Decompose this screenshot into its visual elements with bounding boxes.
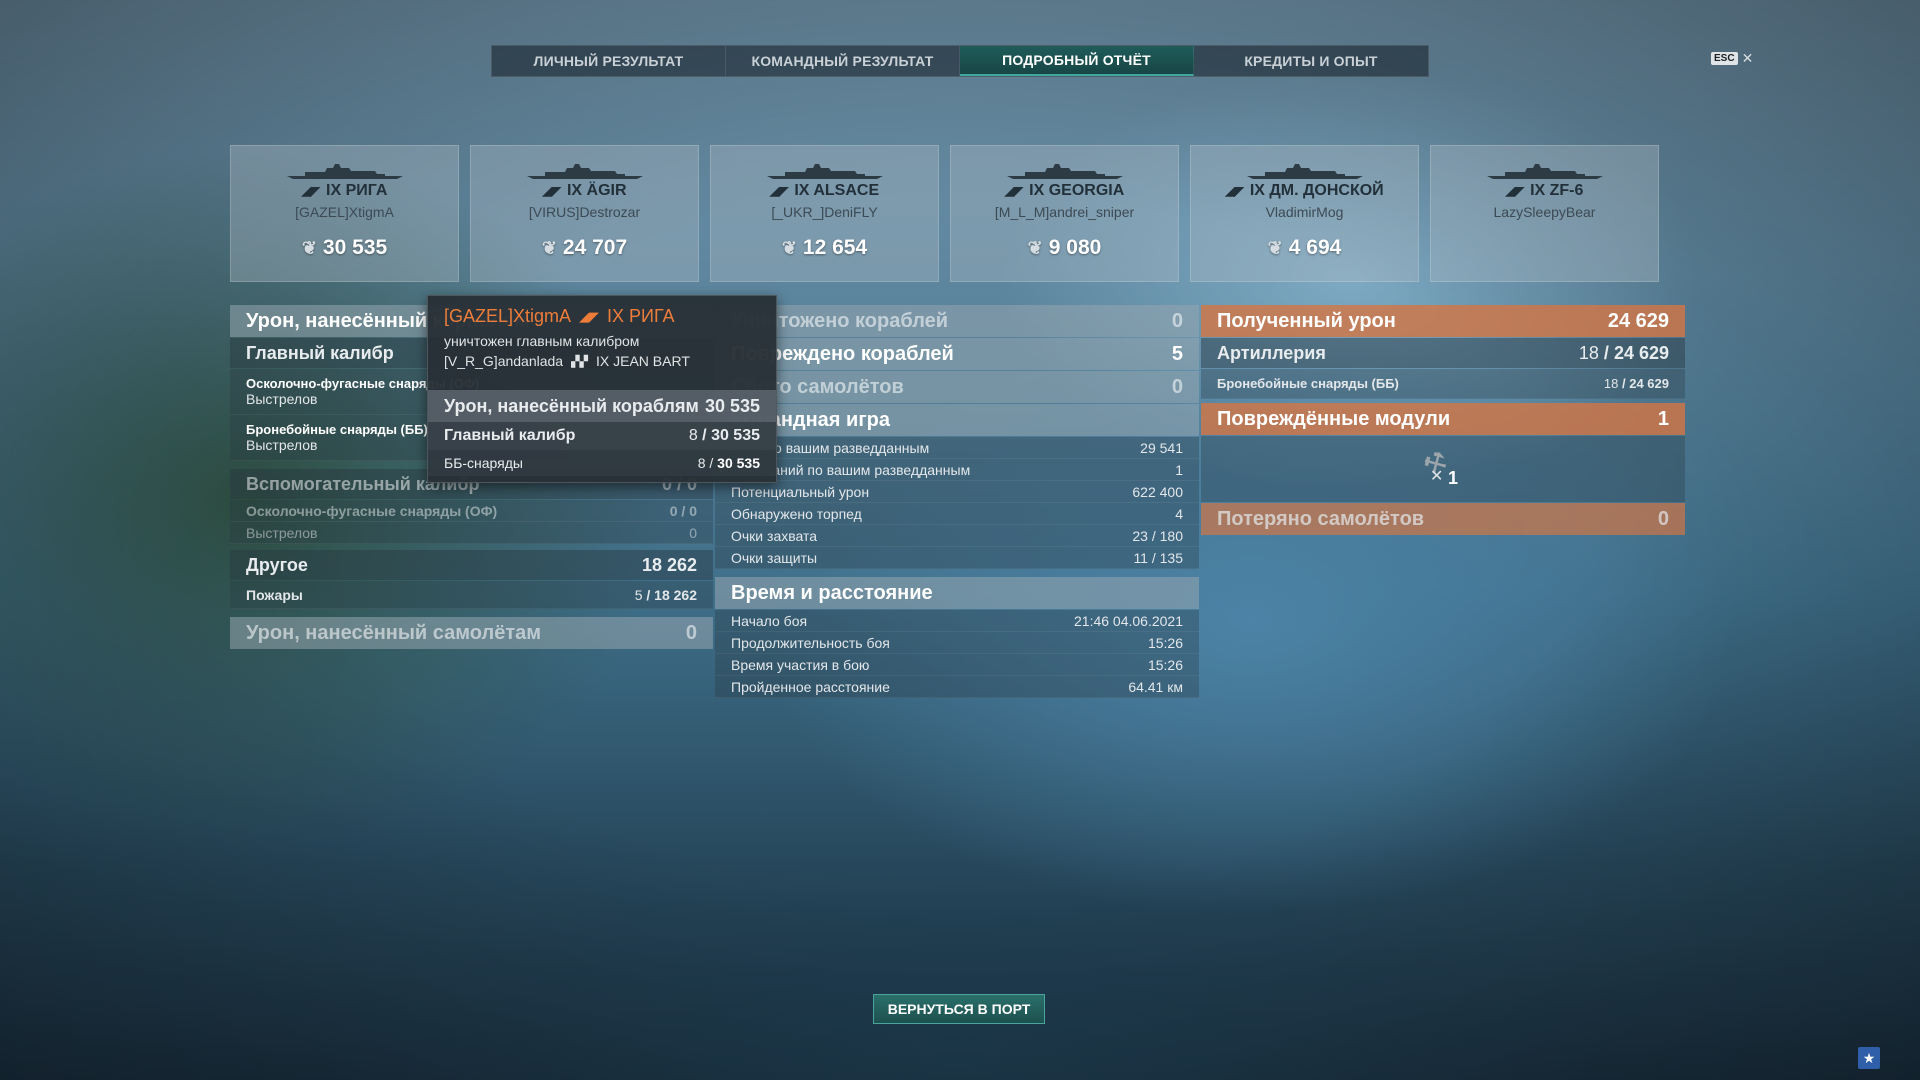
player-name: [M_L_M]andrei_sniper [994,204,1135,220]
damage-ribbon-icon: ❦ [1027,237,1043,258]
nation-flag-icon: ◢◤ [542,184,561,198]
tab-detailed-report[interactable]: ПОДРОБНЫЙ ОТЧЁТ [960,46,1194,76]
report-tabs: ЛИЧНЫЙ РЕЗУЛЬТАТ КОМАНДНЫЙ РЕЗУЛЬТАТ ПОД… [491,45,1429,77]
aircraft-damage-header: Урон, нанесённый самолётам 0 [230,617,713,649]
team-stat-row: Очки захвата 23 / 180 [715,525,1199,547]
team-stat-row: Потенциальный урон 622 400 [715,481,1199,503]
ship-silhouette-icon [1486,164,1603,179]
ship-silhouette-icon [766,164,883,179]
player-tooltip: [GAZEL]XtigmA ◢◤ IX РИГА уничтожен главн… [427,295,777,483]
ship-card[interactable]: ◢◤ IX ALSACE [_UKR_]DeniFLY ❦ 12 654 [710,145,939,282]
tab-credits-xp[interactable]: КРЕДИТЫ И ОПЫТ [1194,46,1428,76]
secondary-shots-row: Выстрелов 0 [230,522,713,544]
ship-damage: 24 707 [562,236,628,259]
ship-card[interactable]: ◢◤ IX GEORGIA [M_L_M]andrei_sniper ❦ 9 080 [950,145,1179,282]
nation-flag-icon: ▞▞ [571,355,589,368]
player-name: [_UKR_]DeniFLY [771,204,878,220]
damage-ribbon-icon: ❦ [1267,237,1283,258]
tooltip-destroyed-by: уничтожен главным калибром [444,333,640,349]
artillery-row: Артиллерия 18 / 24 629 [1201,338,1685,368]
close-button[interactable]: ESC ✕ [1711,50,1753,67]
nation-flag-icon: ◢◤ [1505,184,1525,198]
ships-damaged-row: Повреждено кораблей 5 [715,338,1199,370]
ship-silhouette-icon [526,164,643,179]
tooltip-killer-player: [V_R_G]andanlada [444,353,564,369]
other-damage-row: Другое 18 262 [230,550,713,580]
damage-received-panel: Полученный урон 24 629 Артиллерия 18 / 24… [1201,305,1685,536]
ship-cards: ◢◤ IX РИГА [GAZEL]XtigmA ❦ 30 535 ◢◤ IX ÄGIR [V… [230,145,1659,282]
nation-flag-icon: ◢◤ [769,184,789,198]
player-name: VladimirMog [1265,204,1344,220]
team-stat-row: Очки защиты 11 / 135 [715,547,1199,569]
fires-row: Пожары 5 / 18 262 [230,581,713,609]
damage-ribbon-icon: ❦ [541,237,557,258]
received-ap-row: Бронебойные снаряды (ББ) 18 / 24 629 [1201,369,1685,399]
ship-silhouette-icon [1006,164,1123,179]
ship-damage: 30 535 [322,236,388,259]
ship-name: IX ZF-6 [1530,182,1584,199]
damaged-modules-header: Повреждённые модули 1 [1201,403,1685,435]
close-icon: ✕ [1741,50,1754,66]
time-stat-row: Начало боя 21:46 04.06.2021 [715,610,1199,632]
damaged-modules-list: ⚒ ✕ 1 [1201,436,1685,502]
tab-personal-result[interactable]: ЛИЧНЫЙ РЕЗУЛЬТАТ [492,46,726,76]
ship-card[interactable]: ◢◤ IX ДМ. ДОНСКОЙ VladimirMog ❦ 4 694 [1190,145,1419,282]
team-stat-row: Обнаружено торпед 4 [715,503,1199,525]
nation-flag-icon: ◢◤ [301,184,321,198]
ships-destroyed-row: Уничтожено кораблей 0 [715,305,1199,337]
return-to-port-button[interactable]: ВЕРНУТЬСЯ В ПОРТ [873,994,1045,1024]
ship-name: IX GEORGIA [1029,182,1125,199]
ship-card[interactable]: ◢◤ IX ZF-6 LazySleepyBear [1430,145,1659,282]
player-name: [VIRUS]Destrozar [528,204,641,220]
tooltip-damage-row: Урон, нанесённый кораблям 30 535 [428,390,776,422]
ship-name: IX ДМ. ДОНСКОЙ [1249,182,1384,199]
nation-flag-icon: ◢◤ [1004,184,1024,198]
nation-flag-icon: ◢◤ [579,308,600,324]
ship-name: IX РИГА [326,182,388,199]
planes-shot-row: Сбито самолётов 0 [715,371,1199,403]
ship-damage: 9 080 [1048,236,1102,259]
ship-card[interactable]: ◢◤ IX РИГА [GAZEL]XtigmA ❦ 30 535 [230,145,459,282]
nation-flag-icon: ◢◤ [1225,184,1244,198]
player-name: [GAZEL]XtigmA [295,204,394,220]
module-count: 1 [1448,468,1459,488]
tooltip-killer-ship: IX JEAN BART [596,353,690,369]
ship-damage: 12 654 [802,236,868,259]
cross-icon: ✕ [1430,468,1444,485]
secondary-he-row: Осколочно-фугасные снаряды (ОФ) 0 / 0 [230,500,713,522]
tooltip-ship-name: IX РИГА [607,306,675,326]
esc-key-icon: ESC [1711,52,1738,65]
time-stat-row: Пройденное расстояние 64.41 км [715,676,1199,698]
ship-silhouette-icon [286,164,403,179]
tooltip-ap-row: ББ-снаряды 8 / 30 535 [428,450,776,476]
team-play-header: Командная игра [715,404,1199,436]
ship-silhouette-icon [1246,164,1363,179]
damage-ribbon-icon: ❦ [301,237,317,258]
time-stat-row: Время участия в бою 15:26 [715,654,1199,676]
ship-card[interactable]: ◢◤ IX ÄGIR [VIRUS]Destrozar ❦ 24 707 [470,145,699,282]
star-icon[interactable]: ★ [1858,1047,1880,1069]
planes-lost-header: Потеряно самолётов 0 [1201,503,1685,535]
ship-name: IX ALSACE [794,182,880,199]
team-stat-row: Урон по вашим разведданным 29 541 [715,437,1199,459]
damaged-module-item[interactable]: ⚒ ✕ 1 [1418,444,1468,492]
player-name: LazySleepyBear [1493,204,1596,220]
time-distance-header: Время и расстояние [715,577,1199,609]
battle-stats-panel: Уничтожено кораблей 0 Повреждено кораблей… [715,305,1199,698]
ship-damage: 4 694 [1288,236,1342,259]
damage-received-header: Полученный урон 24 629 [1201,305,1685,337]
damage-ribbon-icon: ❦ [781,237,797,258]
team-stat-row: Попаданий по вашим разведданным 1 [715,459,1199,481]
ship-name: IX ÄGIR [566,182,627,199]
tooltip-main-battery-row: Главный калибр 8 / 30 535 [428,422,776,450]
time-stat-row: Продолжительность боя 15:26 [715,632,1199,654]
tooltip-player-name: [GAZEL]XtigmA [444,306,572,326]
tab-team-result[interactable]: КОМАНДНЫЙ РЕЗУЛЬТАТ [726,46,960,76]
